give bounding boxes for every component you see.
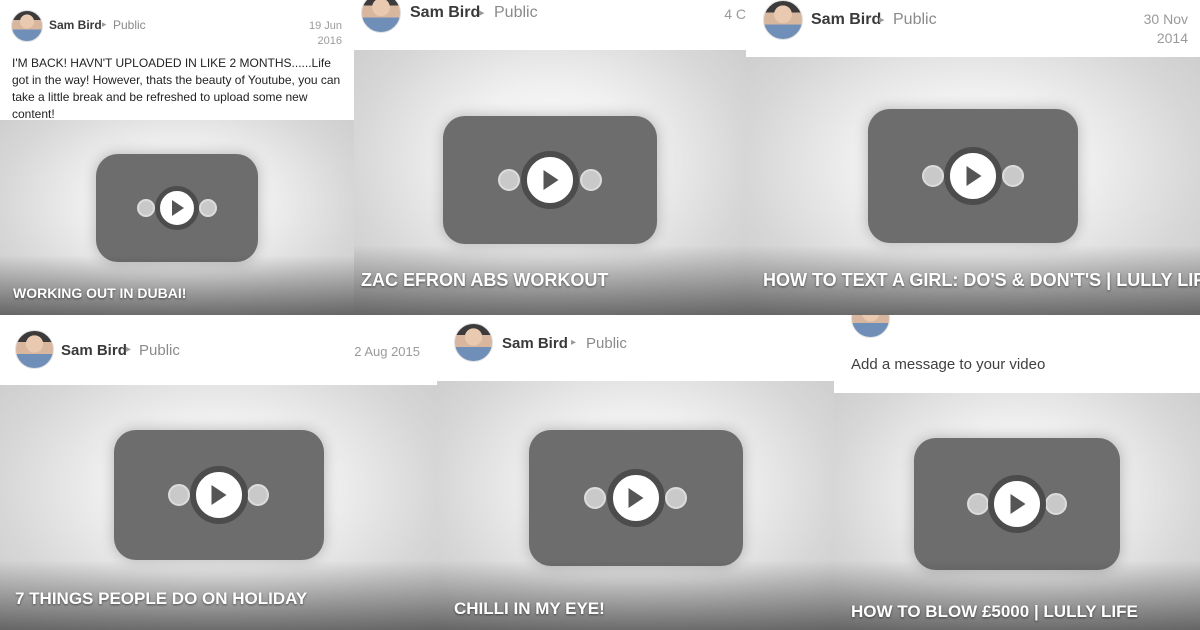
play-button[interactable] [944,146,1002,205]
post-card: Sam Bird ▸ Public CHILLI IN MY EYE! [437,315,834,630]
play-icon [966,165,982,186]
video-placeholder-logo [528,430,743,567]
video-title[interactable]: CHILLI IN MY EYE! [454,599,605,619]
video-placeholder-logo [443,115,657,244]
dot-icon [137,198,156,217]
author-name[interactable]: Sam Bird [410,4,480,22]
video-thumbnail[interactable]: WORKING OUT IN DUBAI! [0,120,354,315]
video-title[interactable]: ZAC EFRON ABS WORKOUT [361,270,608,291]
dot-icon [1045,493,1068,516]
video-thumbnail[interactable]: 7 THINGS PEOPLE DO ON HOLIDAY [0,385,437,630]
video-thumbnail[interactable]: HOW TO TEXT A GIRL: DO'S & DON'T'S | LUL… [746,57,1200,315]
video-placeholder-logo [113,430,324,561]
post-card: Sam Bird ▸ Public 4 C ZAC EFRON ABS WORK… [354,0,746,315]
post-header: Sam Bird ▸ Public [437,315,834,381]
dot-icon [198,198,217,217]
play-icon [171,199,184,216]
play-button[interactable] [155,185,199,230]
play-icon [1010,494,1026,515]
post-header: Add a message to your video [834,315,1200,393]
dot-icon [922,164,945,187]
dot-icon [966,493,989,516]
visibility-label[interactable]: Public [139,342,180,359]
author-name[interactable]: Sam Bird [502,335,568,352]
video-placeholder-logo [914,438,1120,571]
visibility-label[interactable]: Public [113,18,146,32]
avatar[interactable] [763,0,803,40]
post-card: Sam Bird ▸ Public 2 Aug 2015 7 THINGS PE… [0,315,437,630]
title-overlay [437,560,834,630]
dot-icon [583,487,606,510]
avatar[interactable] [11,10,43,42]
dot-icon [167,484,190,507]
chevron-right-icon: ▸ [126,344,132,355]
visibility-label[interactable]: Public [494,4,538,22]
post-date: 30 Nov 2014 [1143,11,1188,46]
video-placeholder-logo [868,108,1078,243]
post-date: 19 Jun 2016 [308,20,342,47]
video-title[interactable]: 7 THINGS PEOPLE DO ON HOLIDAY [15,589,307,609]
video-thumbnail[interactable]: ZAC EFRON ABS WORKOUT [354,50,746,315]
play-button[interactable] [988,475,1046,534]
chevron-right-icon: ▸ [102,19,107,29]
post-card: Sam Bird ▸ Public 30 Nov 2014 HOW TO TEX… [746,0,1200,315]
post-header: Sam Bird ▸ Public 30 Nov 2014 [746,0,1200,57]
play-icon [211,485,227,506]
chevron-right-icon: ▸ [571,337,577,348]
post-date: 2 Aug 2015 [354,344,420,359]
avatar[interactable] [361,0,401,33]
author-name[interactable]: Sam Bird [811,11,881,29]
dot-icon [247,484,270,507]
video-title[interactable]: HOW TO BLOW £5000 | LULLY LIFE [851,602,1138,622]
post-header: Sam Bird ▸ Public 2 Aug 2015 [0,315,437,385]
video-title[interactable]: WORKING OUT IN DUBAI! [13,285,186,301]
post-header: Sam Bird ▸ Public 4 C [354,0,746,50]
post-message: I'M BACK! HAVN'T UPLOADED IN LIKE 2 MONT… [12,56,341,121]
visibility-label[interactable]: Public [586,335,627,352]
play-button[interactable] [521,150,579,209]
chevron-right-icon: ▸ [479,7,485,19]
play-icon [543,169,559,190]
post-card: Add a message to your video HOW TO BLOW … [834,315,1200,630]
avatar[interactable] [851,315,890,338]
post-date: 4 C [724,6,746,22]
play-button[interactable] [189,466,248,525]
video-placeholder-logo [96,153,258,262]
visibility-label[interactable]: Public [893,11,937,29]
dot-icon [1001,164,1024,187]
post-header: Sam Bird ▸ Public 19 Jun 2016 I'M BACK! … [0,0,354,121]
dot-icon [579,168,602,191]
post-card: Sam Bird ▸ Public 19 Jun 2016 I'M BACK! … [0,0,354,315]
avatar[interactable] [15,330,54,369]
video-title[interactable]: HOW TO TEXT A GIRL: DO'S & DON'T'S | LUL… [763,270,1200,291]
play-button[interactable] [606,469,665,528]
chevron-right-icon: ▸ [879,14,885,26]
message-prompt-input[interactable]: Add a message to your video [851,356,1045,373]
dot-icon [498,168,521,191]
avatar[interactable] [454,323,493,362]
author-name[interactable]: Sam Bird [49,18,102,32]
video-thumbnail[interactable]: CHILLI IN MY EYE! [437,381,834,630]
author-name[interactable]: Sam Bird [61,342,127,359]
dot-icon [665,487,688,510]
play-icon [628,488,644,509]
video-thumbnail[interactable]: HOW TO BLOW £5000 | LULLY LIFE [834,393,1200,630]
